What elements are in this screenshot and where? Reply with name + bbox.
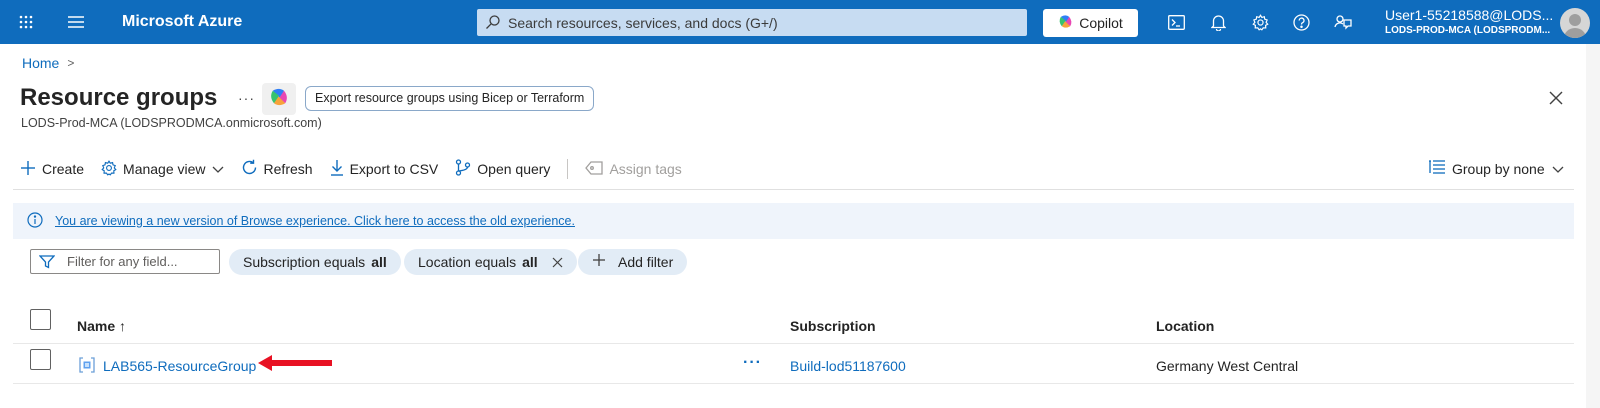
manage-view-label: Manage view	[123, 161, 206, 177]
account-menu[interactable]: User1-55218588@LODS... LODS-PROD-MCA (LO…	[1385, 7, 1555, 36]
search-icon	[485, 14, 501, 33]
app-launcher-icon[interactable]	[16, 12, 36, 32]
copilot-icon	[1058, 14, 1073, 32]
location-cell: Germany West Central	[1156, 358, 1299, 374]
create-button[interactable]: Create	[20, 160, 84, 179]
location-filter-pill[interactable]: Location equals all	[404, 249, 577, 275]
row-checkbox[interactable]	[30, 349, 51, 370]
page-title: Resource groups	[20, 84, 218, 111]
top-bar: Microsoft Azure Copilot User1-552185	[0, 0, 1600, 44]
assign-tags-label: Assign tags	[609, 161, 682, 177]
refresh-button[interactable]: Refresh	[241, 159, 313, 179]
chevron-down-icon	[1552, 161, 1564, 177]
user-name: User1-55218588@LODS...	[1385, 7, 1554, 23]
create-label: Create	[42, 161, 85, 177]
query-icon	[455, 159, 471, 179]
location-filter-value: all	[522, 254, 538, 270]
download-icon	[330, 159, 344, 179]
plus-icon	[20, 160, 36, 179]
open-query-button[interactable]: Open query	[455, 159, 550, 179]
command-bar: Create Manage view Refresh Export to CSV…	[20, 157, 699, 181]
feedback-icon[interactable]	[1333, 12, 1353, 32]
manage-view-button[interactable]: Manage view	[101, 159, 224, 179]
toolbar-divider	[567, 159, 569, 179]
resource-group-link[interactable]: LAB565-ResourceGroup	[103, 358, 256, 374]
search-input[interactable]	[508, 9, 1018, 36]
user-tenant: LODS-PROD-MCA (LODSPRODM...	[1385, 25, 1551, 36]
help-icon[interactable]	[1291, 12, 1311, 32]
global-search[interactable]	[477, 9, 1027, 36]
remove-filter-icon[interactable]	[552, 257, 563, 268]
list-icon	[1429, 160, 1445, 177]
filter-box[interactable]	[30, 249, 220, 274]
cloud-shell-icon[interactable]	[1166, 12, 1186, 32]
location-filter-prefix: Location equals	[418, 254, 517, 270]
copilot-icon	[269, 87, 289, 112]
open-query-label: Open query	[477, 161, 551, 177]
old-experience-link[interactable]: You are viewing a new version of Browse …	[55, 214, 575, 228]
copilot-label: Copilot	[1079, 15, 1123, 31]
export-csv-label: Export to CSV	[349, 161, 439, 177]
add-filter-button[interactable]: Add filter	[578, 249, 688, 275]
settings-gear-icon[interactable]	[1250, 12, 1270, 32]
info-banner: You are viewing a new version of Browse …	[13, 203, 1574, 239]
refresh-icon	[241, 159, 258, 179]
subscription-filter-pill[interactable]: Subscription equals all	[229, 249, 401, 275]
close-icon[interactable]	[1548, 90, 1568, 110]
copilot-suggestion-button[interactable]	[262, 83, 296, 115]
refresh-label: Refresh	[263, 161, 313, 177]
toolbar-divider-line	[13, 189, 1574, 190]
annotation-arrow	[258, 355, 332, 371]
select-all-checkbox[interactable]	[30, 309, 51, 330]
assign-tags-button[interactable]: Assign tags	[585, 160, 682, 178]
notifications-bell-icon[interactable]	[1208, 12, 1228, 32]
export-csv-button[interactable]: Export to CSV	[330, 159, 439, 179]
breadcrumb-home[interactable]: Home	[22, 55, 59, 71]
add-filter-label: Add filter	[618, 254, 674, 270]
more-actions-button[interactable]: ···	[238, 90, 255, 106]
chevron-down-icon	[212, 161, 224, 177]
filter-input[interactable]	[67, 250, 215, 273]
filter-funnel-icon	[38, 255, 56, 274]
portal-brand[interactable]: Microsoft Azure	[122, 13, 242, 31]
header-divider	[13, 343, 1574, 344]
plus-icon	[592, 249, 606, 275]
breadcrumb-separator: >	[67, 56, 75, 70]
subscription-filter-value: all	[371, 254, 387, 270]
directory-subtitle: LODS-Prod-MCA (LODSPRODMCA.onmicrosoft.c…	[21, 116, 322, 130]
gear-icon	[101, 159, 117, 179]
group-by-dropdown[interactable]: Group by none	[1429, 160, 1564, 177]
column-header-name[interactable]: Name ↑	[77, 318, 126, 334]
info-icon	[27, 211, 43, 231]
resource-group-icon	[79, 357, 95, 373]
export-bicep-terraform-button[interactable]: Export resource groups using Bicep or Te…	[305, 86, 595, 111]
subscription-link[interactable]: Build-lod51187600	[790, 358, 906, 374]
user-avatar[interactable]	[1560, 8, 1590, 38]
subscription-filter-prefix: Subscription equals	[243, 254, 366, 270]
column-header-location[interactable]: Location	[1156, 318, 1214, 334]
copilot-button[interactable]: Copilot	[1043, 9, 1138, 37]
tag-icon	[585, 160, 604, 178]
group-by-label: Group by none	[1452, 160, 1545, 177]
page-scrollbar[interactable]	[1586, 44, 1600, 408]
column-header-subscription[interactable]: Subscription	[790, 318, 876, 334]
row-more-actions-button[interactable]: ···	[743, 354, 762, 372]
breadcrumb: Home >	[22, 55, 74, 71]
row-divider	[13, 383, 1574, 384]
hamburger-menu-icon[interactable]	[66, 12, 86, 32]
